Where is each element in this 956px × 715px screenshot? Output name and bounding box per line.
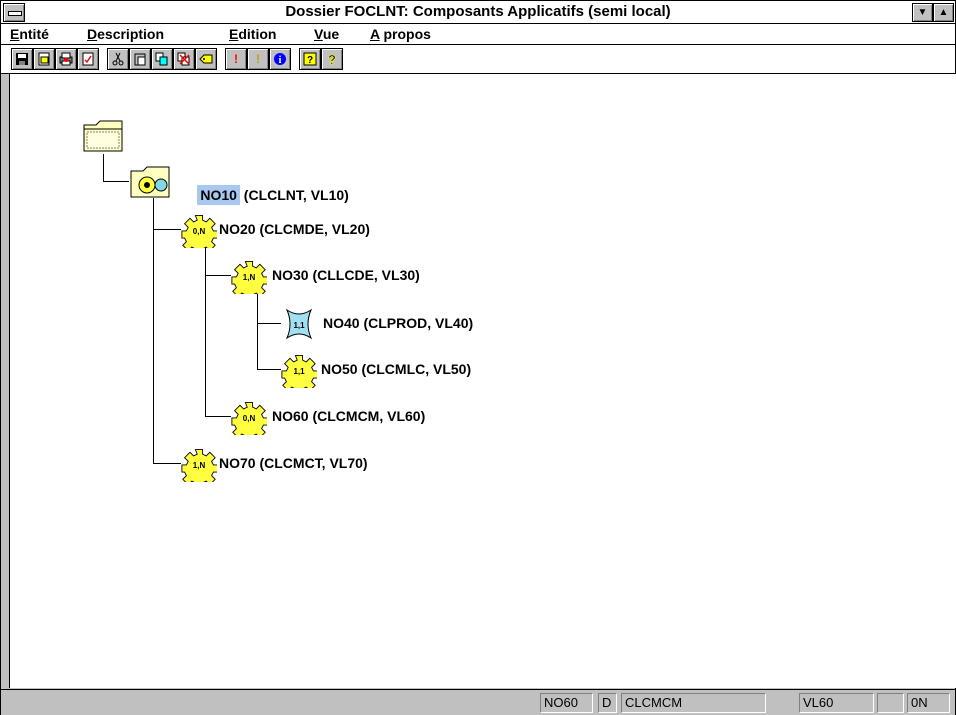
- cut-icon[interactable]: [107, 48, 129, 70]
- folder-icon[interactable]: [82, 117, 126, 160]
- svg-text:?: ?: [328, 52, 336, 66]
- copy-icon[interactable]: [151, 48, 173, 70]
- tree-node-label[interactable]: NO20 (CLCMDE, VL20): [219, 221, 370, 237]
- menu-description[interactable]: Description: [87, 26, 164, 42]
- svg-text:1,1: 1,1: [293, 321, 305, 330]
- title-bar[interactable]: Dossier FOCLNT: Composants Applicatifs (…: [1, 1, 955, 24]
- tree-node-label[interactable]: NO60 (CLCMCM, VL60): [272, 408, 425, 424]
- tree-canvas[interactable]: NO10 (CLCLNT, VL10) 0,N NO20 (CLCMDE, VL…: [9, 74, 956, 688]
- status-vl: VL60: [799, 693, 874, 713]
- svg-text:i: i: [279, 55, 282, 66]
- status-class: CLCMCM: [621, 693, 766, 713]
- svg-text:0,N: 0,N: [193, 227, 206, 236]
- open-icon[interactable]: [33, 48, 55, 70]
- gear-icon[interactable]: 1,1: [281, 352, 319, 394]
- gear-icon[interactable]: 1,N: [181, 446, 219, 488]
- info-icon[interactable]: i: [269, 48, 291, 70]
- minimize-button[interactable]: ▼: [912, 3, 933, 22]
- tree-node-label[interactable]: NO70 (CLCMCT, VL70): [219, 455, 368, 471]
- tree-node-label[interactable]: NO50 (CLCMLC, VL50): [321, 361, 471, 377]
- gear-icon[interactable]: 1,N: [231, 258, 269, 300]
- status-flag: D: [598, 693, 617, 713]
- svg-text:?: ?: [307, 55, 313, 66]
- svg-text:0,N: 0,N: [243, 414, 256, 423]
- status-cardinality: 0N: [907, 693, 950, 713]
- delete-icon[interactable]: [173, 48, 195, 70]
- svg-text:1,N: 1,N: [193, 461, 206, 470]
- gear-icon[interactable]: 0,N: [231, 399, 269, 441]
- menu-edition[interactable]: Edition: [229, 26, 276, 42]
- status-node: NO60: [540, 693, 593, 713]
- exclamation-red-icon[interactable]: !: [225, 48, 247, 70]
- context-help-icon[interactable]: ?: [321, 48, 343, 70]
- tag-icon[interactable]: [195, 48, 217, 70]
- node-name-selected[interactable]: NO10: [197, 185, 240, 205]
- svg-text:1,N: 1,N: [243, 273, 256, 282]
- toolbar: ! ! i ? ?: [1, 45, 955, 74]
- status-bar: NO60 D CLCMCM VL60 0N: [1, 689, 955, 715]
- app-window: Dossier FOCLNT: Composants Applicatifs (…: [0, 0, 956, 715]
- svg-text:1,1: 1,1: [293, 367, 305, 376]
- help-icon[interactable]: ?: [299, 48, 321, 70]
- maximize-button[interactable]: ▲: [933, 3, 954, 22]
- exclamation-yellow-icon[interactable]: !: [247, 48, 269, 70]
- save-icon[interactable]: [11, 48, 33, 70]
- paste-icon[interactable]: [129, 48, 151, 70]
- status-empty: [877, 693, 904, 713]
- menu-a-propos[interactable]: A propos: [370, 26, 431, 42]
- tree-node-label[interactable]: NO30 (CLLCDE, VL30): [272, 267, 420, 283]
- menu-bar: Entité Description Edition Vue A propos: [1, 24, 955, 45]
- window-title: Dossier FOCLNT: Composants Applicatifs (…: [285, 3, 671, 20]
- check-document-icon[interactable]: [77, 48, 99, 70]
- tree-node-label[interactable]: NO40 (CLPROD, VL40): [323, 315, 473, 331]
- print-icon[interactable]: [55, 48, 77, 70]
- gear-icon[interactable]: 0,N: [181, 212, 219, 254]
- menu-entite[interactable]: Entité: [10, 26, 49, 42]
- folder-gears-icon[interactable]: [129, 165, 173, 204]
- cross-icon[interactable]: 1,1: [281, 306, 317, 347]
- menu-vue[interactable]: Vue: [314, 26, 339, 42]
